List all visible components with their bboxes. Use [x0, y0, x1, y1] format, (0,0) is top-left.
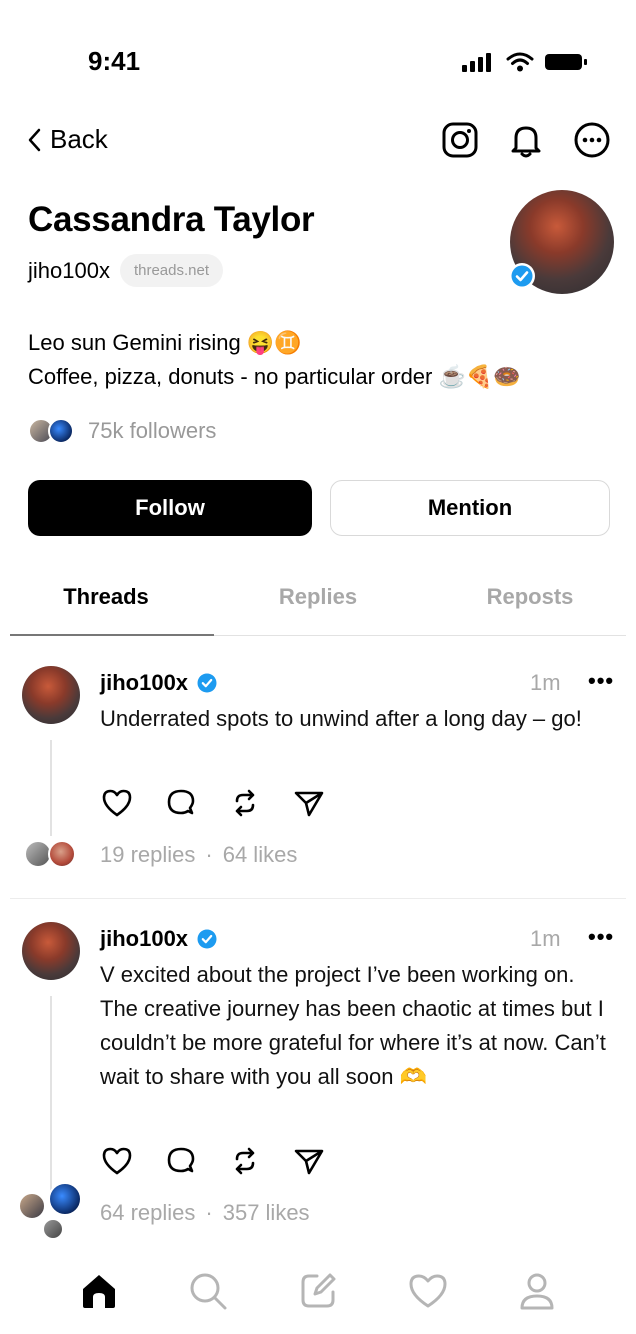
instagram-icon[interactable] — [440, 120, 480, 160]
profile-actions — [440, 120, 612, 160]
more-options-icon[interactable] — [572, 120, 612, 160]
domain-chip[interactable]: threads.net — [119, 254, 224, 287]
post-time: 1m — [530, 670, 561, 695]
post-time: 1m — [530, 926, 561, 951]
profile-bio: Leo sun Gemini rising 😝♊ Coffee, pizza, … — [28, 326, 521, 394]
search-icon[interactable] — [187, 1270, 229, 1312]
likes-count[interactable]: 357 likes — [223, 1200, 310, 1226]
mention-button[interactable]: Mention — [330, 480, 610, 536]
like-heart-icon[interactable] — [100, 1144, 134, 1178]
handle-row: jiho100x threads.net — [28, 254, 224, 287]
bio-line-2: Coffee, pizza, donuts - no particular or… — [28, 364, 521, 389]
followers-row[interactable]: 75k followers — [28, 418, 216, 444]
reply-bubble-icon[interactable] — [164, 1144, 198, 1178]
status-time: 9:41 — [88, 46, 141, 76]
likes-count[interactable]: 64 likes — [223, 842, 298, 868]
profile-name: Cassandra Taylor — [28, 200, 315, 239]
wifi-icon — [506, 52, 534, 72]
post-author[interactable]: jiho100x — [100, 670, 218, 696]
profile-icon[interactable] — [516, 1270, 558, 1312]
post-avatar[interactable] — [22, 666, 80, 724]
reply-avatar — [48, 1182, 82, 1216]
back-label: Back — [50, 124, 108, 154]
reply-avatars — [24, 840, 84, 870]
repost-icon[interactable] — [228, 1144, 262, 1178]
tab-threads[interactable]: Threads — [0, 584, 212, 610]
post-actions — [100, 786, 326, 820]
active-tab-indicator — [10, 634, 214, 636]
post-meta: 64 replies · 357 likes — [100, 1200, 310, 1226]
post-more-button[interactable]: ••• — [588, 924, 614, 950]
thread-line — [50, 740, 52, 836]
repost-icon[interactable] — [228, 786, 262, 820]
verified-badge-icon — [197, 929, 217, 949]
profile-handle: jiho100x — [28, 257, 110, 283]
home-icon[interactable] — [78, 1270, 120, 1312]
follower-avatar — [48, 418, 74, 444]
post-more-button[interactable]: ••• — [588, 668, 614, 694]
signal-icon — [462, 53, 491, 72]
tab-replies[interactable]: Replies — [212, 584, 424, 610]
meta-separator: · — [205, 842, 213, 867]
activity-heart-icon[interactable] — [407, 1270, 449, 1312]
bell-icon[interactable] — [506, 120, 546, 160]
tab-reposts[interactable]: Reposts — [424, 584, 636, 610]
share-send-icon[interactable] — [292, 786, 326, 820]
post-actions — [100, 1144, 326, 1178]
back-button[interactable]: Back — [26, 124, 108, 155]
reply-avatar — [42, 1218, 64, 1240]
battery-icon — [545, 54, 587, 70]
chevron-left-icon — [28, 128, 41, 151]
status-icons — [462, 52, 588, 72]
thread-line — [50, 996, 52, 1190]
verified-badge-icon — [197, 673, 217, 693]
bottom-tab-bar — [0, 1270, 636, 1312]
share-send-icon[interactable] — [292, 1144, 326, 1178]
compose-icon[interactable] — [297, 1270, 339, 1312]
verified-badge-icon — [509, 263, 535, 289]
post-avatar[interactable] — [22, 922, 80, 980]
post-username: jiho100x — [100, 926, 189, 951]
reply-bubble-icon[interactable] — [164, 786, 198, 820]
followers-count[interactable]: 75k followers — [88, 418, 216, 444]
like-heart-icon[interactable] — [100, 786, 134, 820]
reply-avatar — [18, 1192, 46, 1220]
meta-separator: · — [205, 1200, 213, 1225]
post-text: Underrated spots to unwind after a long … — [100, 706, 582, 731]
post-author[interactable]: jiho100x — [100, 926, 218, 952]
replies-count[interactable]: 64 replies — [100, 1200, 195, 1226]
post-username: jiho100x — [100, 670, 189, 695]
bio-line-1: Leo sun Gemini rising 😝♊ — [28, 330, 302, 355]
reply-avatars — [18, 1182, 84, 1242]
follower-avatars — [28, 418, 78, 444]
post-meta: 19 replies · 64 likes — [100, 842, 297, 868]
post-divider — [10, 898, 626, 899]
reply-avatar — [48, 840, 76, 868]
post-text: V excited about the project I’ve been wo… — [100, 962, 606, 1089]
replies-count[interactable]: 19 replies — [100, 842, 195, 868]
follow-button[interactable]: Follow — [28, 480, 312, 536]
